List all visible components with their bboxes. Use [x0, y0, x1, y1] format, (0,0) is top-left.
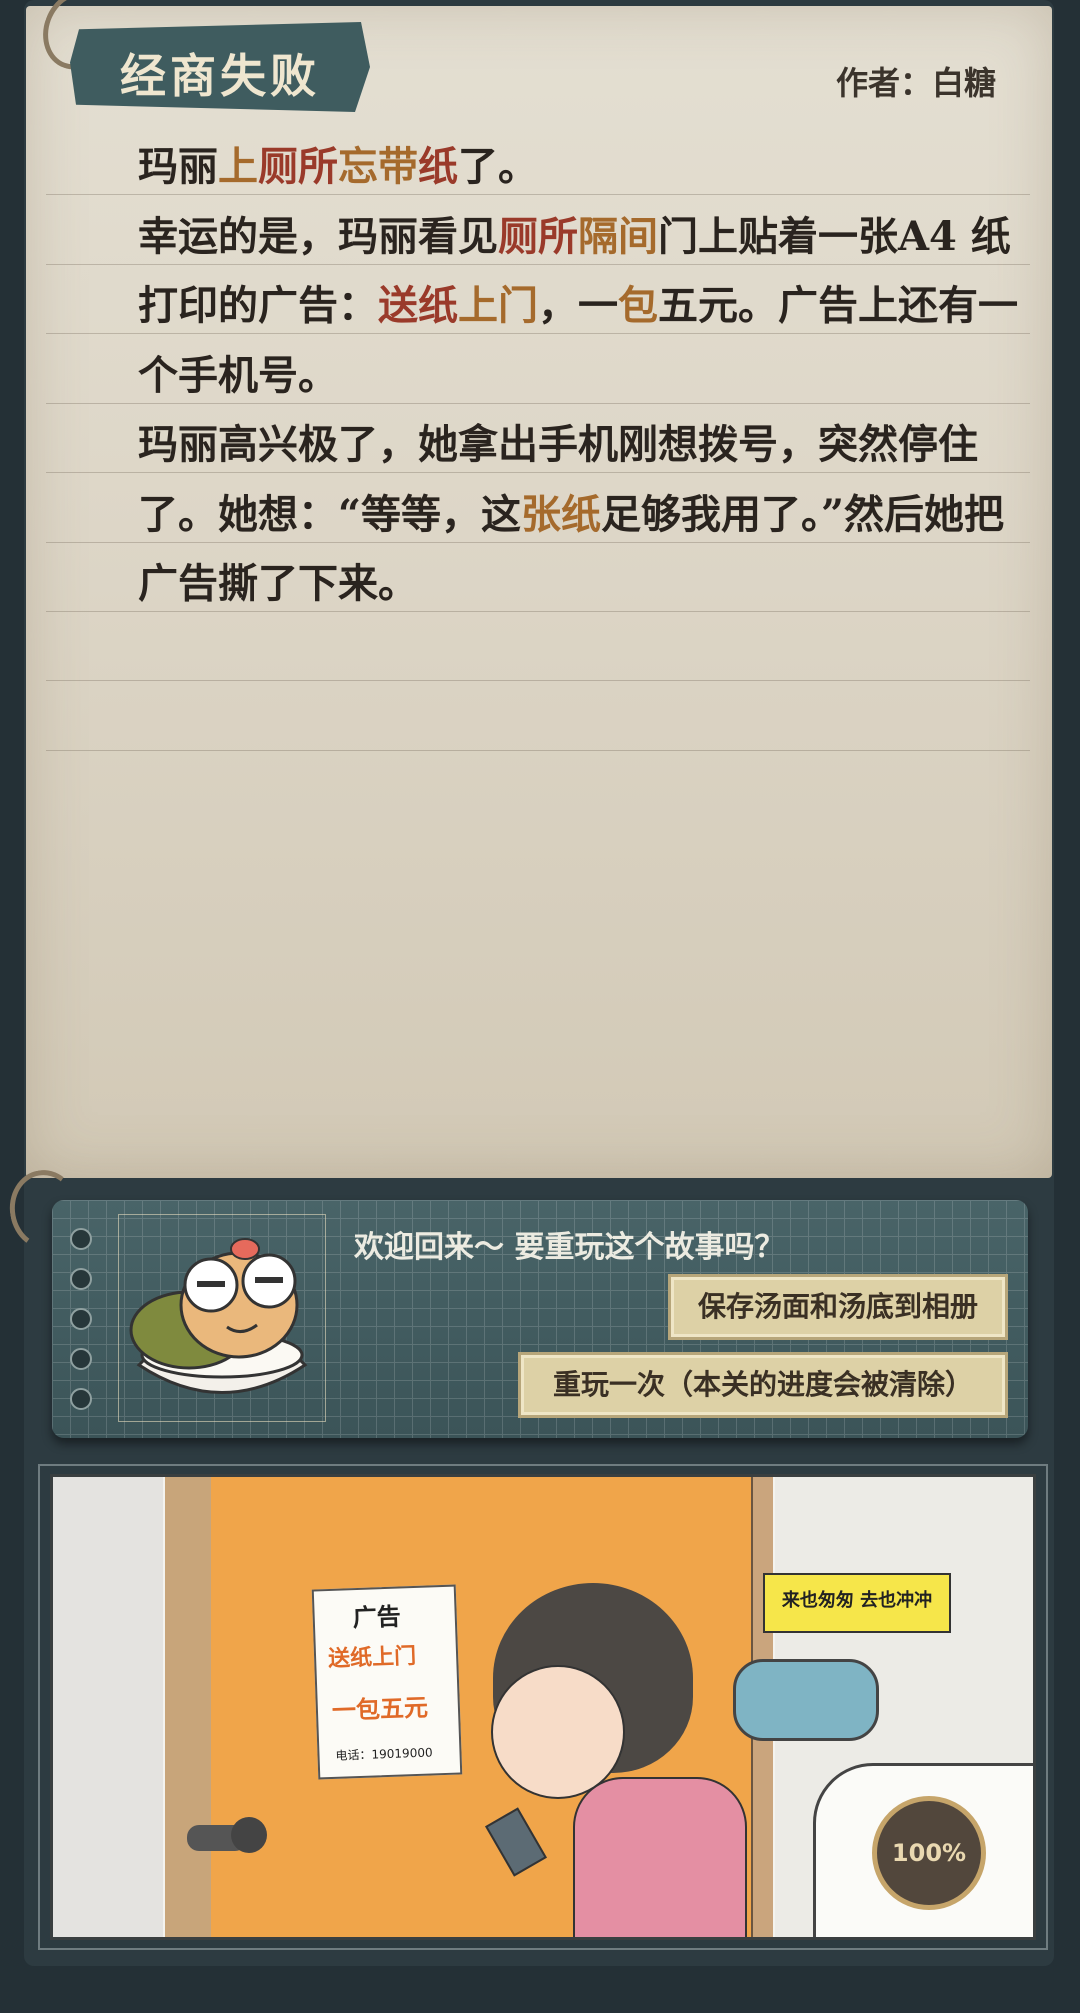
binder-hole-icon [70, 1268, 92, 1290]
left-wall [53, 1477, 163, 1937]
turtle-mascot-icon [129, 1238, 308, 1394]
story-text-segment: 玛丽 [138, 143, 218, 190]
progress-badge: 100% [872, 1796, 986, 1910]
turtle-mascot-avatar [118, 1214, 326, 1422]
highlighted-keyword: 张纸 [521, 490, 602, 538]
highlighted-keyword: 送纸 [378, 282, 458, 329]
highlighted-keyword: 厕所 [498, 212, 578, 260]
highlighted-keyword: 包 [618, 282, 658, 329]
story-text-segment: 幸运的是，玛丽看见 [138, 212, 498, 260]
binder-hole-icon [70, 1228, 92, 1250]
door-knob-icon [231, 1817, 267, 1853]
replay-button[interactable]: 重玩一次（本关的进度会被清除） [518, 1352, 1008, 1418]
highlighted-keyword: 隔间 [578, 212, 658, 260]
girl-face [491, 1665, 625, 1799]
poster-title: 广告 [352, 1602, 402, 1633]
binder-hole-icon [70, 1348, 92, 1370]
replay-dialog: 欢迎回来～ 要重玩这个故事吗？ 保存汤面和汤底到相册 重玩一次（本关的进度会被清… [52, 1200, 1028, 1438]
story-author: 作者：白糖 [835, 64, 996, 102]
highlighted-keyword: 厕所 [258, 143, 338, 190]
poster-line-2: 一包五元 [331, 1693, 429, 1725]
welcome-message: 欢迎回来～ 要重玩这个故事吗？ [354, 1230, 785, 1265]
story-text: 玛丽上厕所忘带纸了。 幸运的是，玛丽看见厕所隔间门上贴着一张A4 纸打印的广告：… [48, 132, 1020, 619]
ad-poster: 广告 送纸上门 一包五元 电话：19019000 [311, 1584, 463, 1780]
highlighted-keyword: 纸 [418, 143, 458, 190]
toilet-paper-holder-icon [733, 1659, 879, 1741]
poster-phone: 电话：19019000 [335, 1745, 433, 1763]
highlighted-keyword: 忘带 [338, 143, 418, 190]
save-to-album-button[interactable]: 保存汤面和汤底到相册 [668, 1274, 1008, 1340]
story-paragraph-1: 玛丽上厕所忘带纸了。 [48, 132, 1020, 202]
highlighted-keyword: 上门 [458, 282, 538, 329]
poster-line-1: 送纸上门 [327, 1643, 417, 1673]
binder-hole-icon [70, 1308, 92, 1330]
story-text-segment: 了。 [458, 143, 538, 190]
ruled-line [46, 680, 1030, 681]
wall-sign: 来也匆匆 去也冲冲 [763, 1573, 951, 1633]
girl-body [573, 1777, 747, 1937]
binder-hole-icon [70, 1388, 92, 1410]
story-text-segment: ，一 [538, 282, 618, 329]
door-frame [165, 1477, 214, 1937]
highlighted-keyword: 上 [218, 143, 258, 190]
ruled-line [46, 750, 1030, 751]
story-title: 经商失败 [120, 49, 320, 103]
story-paragraph-3: 玛丽高兴极了，她拿出手机刚想拨号，突然停住了。她想：“等等，这张纸足够我用了。”… [48, 410, 1020, 619]
story-paragraph-2: 幸运的是，玛丽看见厕所隔间门上贴着一张A4 纸打印的广告：送纸上门，一包五元。广… [48, 202, 1020, 411]
